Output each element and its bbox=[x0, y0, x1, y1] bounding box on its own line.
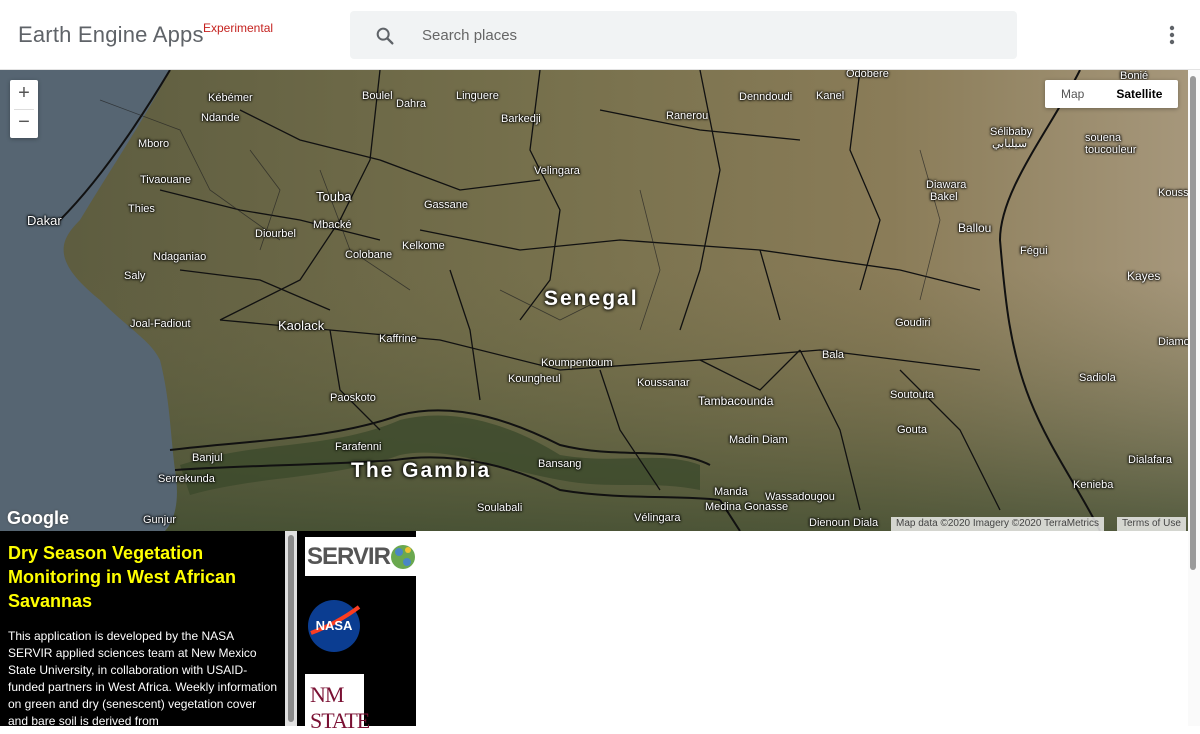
city-label: Dialafara bbox=[1128, 454, 1173, 466]
city-label: Fégui bbox=[1020, 245, 1048, 257]
city-label: Soutouta bbox=[890, 389, 935, 401]
city-label: Kouss bbox=[1158, 187, 1188, 199]
city-label: Bansang bbox=[538, 458, 582, 470]
city-label: Gunjur bbox=[143, 514, 177, 526]
nasa-logo-text: NASA bbox=[316, 618, 353, 633]
city-label: Denndoudi bbox=[739, 91, 793, 103]
city-label: Diamo bbox=[1158, 336, 1188, 348]
map-attribution: Map data ©2020 Imagery ©2020 TerraMetric… bbox=[891, 517, 1104, 531]
more-vert-icon[interactable] bbox=[1160, 22, 1184, 48]
zoom-control: + − bbox=[10, 80, 38, 138]
app-header: Earth Engine Apps Experimental bbox=[0, 0, 1200, 70]
map-type-satellite-button[interactable]: Satellite bbox=[1100, 80, 1178, 108]
city-label: Tivaouane bbox=[140, 174, 191, 186]
page-scrollbar-thumb[interactable] bbox=[1190, 76, 1196, 570]
city-label: Kayes bbox=[1127, 269, 1161, 283]
map-type-map-button[interactable]: Map bbox=[1045, 80, 1100, 108]
city-label: Dakar bbox=[27, 213, 62, 228]
city-label: Kébémer bbox=[208, 92, 253, 104]
city-label: Linguere bbox=[456, 90, 499, 102]
city-label: Thies bbox=[128, 203, 155, 215]
city-label: Soulabali bbox=[477, 502, 523, 514]
map-canvas[interactable]: Kébémer Ndande Mboro Tivaouane Dakar Thi… bbox=[0, 70, 1188, 531]
city-label: Paoskoto bbox=[330, 392, 376, 404]
city-label: Kanel bbox=[816, 90, 845, 102]
city-label: Joal-Fadiout bbox=[130, 318, 191, 330]
experimental-badge: Experimental bbox=[203, 21, 274, 35]
city-label: Mboro bbox=[138, 138, 170, 150]
nasa-logo: NASA bbox=[308, 600, 361, 652]
city-label: Bala bbox=[822, 349, 845, 361]
partner-logos: SERVIR NASA NM STATE bbox=[297, 531, 416, 733]
city-label: Farafenni bbox=[335, 441, 382, 453]
city-label: Gouta bbox=[897, 424, 927, 436]
nmsu-logo: NM STATE bbox=[305, 674, 370, 733]
servir-logo: SERVIR bbox=[305, 537, 416, 576]
panel-description: This application is developed by the NAS… bbox=[8, 629, 278, 726]
city-label: Sadiola bbox=[1079, 372, 1116, 384]
city-label: Vélingara bbox=[634, 512, 681, 524]
city-label: Koungheul bbox=[508, 373, 561, 385]
map-type-toggle: Map Satellite bbox=[1045, 80, 1179, 108]
country-label-gambia: The Gambia bbox=[351, 459, 492, 482]
city-label: Bakel bbox=[930, 191, 958, 203]
city-label: Saly bbox=[124, 270, 146, 282]
city-label: Barkedji bbox=[501, 113, 541, 125]
servir-logo-text: SERVIR bbox=[307, 543, 391, 570]
city-label: Kenieba bbox=[1073, 479, 1114, 491]
city-label: Koussanar bbox=[637, 377, 690, 389]
city-label: Kelkome bbox=[402, 240, 445, 252]
city-label: Dienoun Diala bbox=[809, 517, 879, 529]
city-label: Odobere bbox=[846, 70, 889, 80]
zoom-in-button[interactable]: + bbox=[10, 80, 38, 109]
zoom-out-button[interactable]: − bbox=[10, 109, 38, 138]
panel-scrollbar-thumb[interactable] bbox=[288, 535, 294, 722]
city-label: Boulel bbox=[362, 90, 393, 102]
terms-link[interactable]: Terms of Use bbox=[1117, 517, 1186, 531]
city-label: Kaffrine bbox=[379, 333, 417, 345]
city-label: Kaolack bbox=[278, 318, 325, 333]
country-label-senegal: Senegal bbox=[544, 287, 639, 310]
city-label: سيلبابي bbox=[992, 138, 1028, 150]
city-label: Medina Gonasse bbox=[705, 501, 789, 513]
city-label: Colobane bbox=[345, 249, 393, 261]
city-label: Dahra bbox=[396, 98, 426, 110]
city-label: Koumpentoum bbox=[541, 357, 613, 369]
search-box[interactable] bbox=[350, 11, 1017, 59]
city-label: Ndande bbox=[201, 112, 240, 124]
search-icon[interactable] bbox=[374, 25, 396, 47]
city-label: Ballou bbox=[958, 221, 992, 235]
city-label: Manda bbox=[714, 486, 748, 498]
city-label: Mbacké bbox=[313, 219, 352, 231]
city-label: Madin Diam bbox=[729, 434, 788, 446]
city-label: Tambacounda bbox=[698, 394, 774, 408]
city-label: Ranerou bbox=[666, 110, 709, 122]
info-panel: Dry Season Vegetation Monitoring in West… bbox=[0, 531, 285, 726]
city-label: Goudiri bbox=[895, 317, 931, 329]
city-label: Velingara bbox=[534, 165, 580, 177]
city-label: Serrekunda bbox=[158, 473, 215, 485]
page-scrollbar[interactable] bbox=[1188, 70, 1200, 726]
city-label: Banjul bbox=[192, 452, 223, 464]
nmsu-logo-text: NM STATE bbox=[310, 682, 370, 733]
city-label: souena toucouleur bbox=[1085, 132, 1137, 156]
city-label: Diourbel bbox=[255, 228, 296, 240]
city-label: Gassane bbox=[424, 199, 469, 211]
globe-icon bbox=[391, 545, 415, 569]
city-label: Ndaganiao bbox=[153, 251, 207, 263]
panel-scrollbar[interactable] bbox=[285, 531, 297, 726]
panel-title: Dry Season Vegetation Monitoring in West… bbox=[8, 543, 236, 611]
city-label: Touba bbox=[316, 189, 352, 204]
google-logo: Google bbox=[7, 508, 69, 528]
city-label: Diawara bbox=[926, 179, 967, 191]
search-input[interactable] bbox=[422, 11, 1002, 59]
app-title[interactable]: Earth Engine Apps bbox=[18, 22, 204, 48]
zoom-divider bbox=[14, 109, 34, 110]
